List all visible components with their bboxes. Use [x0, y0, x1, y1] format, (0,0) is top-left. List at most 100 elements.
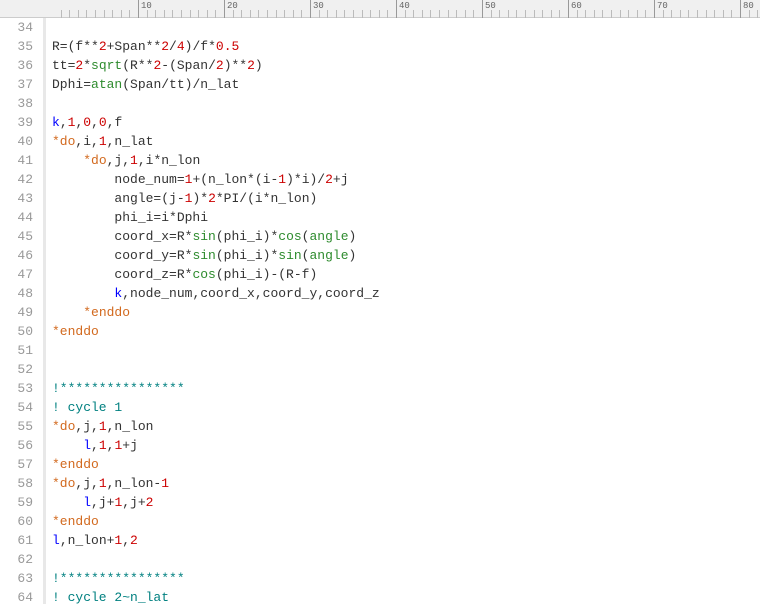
ruler-major-tick: 10 — [138, 0, 139, 18]
ruler-minor-tick — [439, 10, 440, 18]
code-line[interactable]: tt=2*sqrt(R**2-(Span/2)**2) — [52, 56, 380, 75]
code-line[interactable]: l,n_lon+1,2 — [52, 531, 380, 550]
code-token: 2 — [216, 58, 224, 73]
code-token: ,f — [107, 115, 123, 130]
code-line[interactable]: *do,i,1,n_lat — [52, 132, 380, 151]
ruler-minor-tick — [697, 10, 698, 18]
code-line[interactable] — [52, 360, 380, 379]
code-line[interactable]: k,node_num,coord_x,coord_y,coord_z — [52, 284, 380, 303]
code-token: 0 — [99, 115, 107, 130]
code-token: angle — [309, 248, 348, 263]
code-line[interactable]: Dphi=atan(Span/tt)/n_lat — [52, 75, 380, 94]
code-line[interactable] — [52, 341, 380, 360]
ruler-minor-tick — [190, 10, 191, 18]
line-number: 52 — [0, 360, 33, 379]
code-token: ,j, — [107, 153, 130, 168]
ruler-minor-tick — [250, 10, 251, 18]
code-token: )** — [224, 58, 247, 73]
ruler-minor-tick — [241, 10, 242, 18]
code-line[interactable]: l,1,1+j — [52, 436, 380, 455]
code-line[interactable]: coord_y=R*sin(phi_i)*sin(angle) — [52, 246, 380, 265]
ruler-major-tick: 40 — [396, 0, 397, 18]
code-line[interactable] — [52, 94, 380, 113]
ruler-minor-tick — [577, 10, 578, 18]
code-line[interactable]: *do,j,1,i*n_lon — [52, 151, 380, 170]
code-token: *enddo — [52, 324, 99, 339]
line-number: 45 — [0, 227, 33, 246]
ruler-minor-tick — [69, 10, 70, 18]
code-token: )*i)/ — [286, 172, 325, 187]
line-number: 60 — [0, 512, 33, 531]
line-number: 51 — [0, 341, 33, 360]
ruler-major-tick: 60 — [568, 0, 569, 18]
code-editor[interactable]: 3435363738394041424344454647484950515253… — [0, 18, 760, 604]
indent — [52, 172, 114, 187]
code-line[interactable]: *enddo — [52, 322, 380, 341]
code-line[interactable]: angle=(j-1)*2*PI/(i*n_lon) — [52, 189, 380, 208]
code-token: *do — [52, 419, 75, 434]
code-token: atan — [91, 77, 122, 92]
code-line[interactable]: !**************** — [52, 379, 380, 398]
code-line[interactable]: *do,j,1,n_lon — [52, 417, 380, 436]
ruler-minor-tick — [319, 10, 320, 18]
code-line[interactable]: node_num=1+(n_lon*(i-1)*i)/2+j — [52, 170, 380, 189]
ruler-minor-tick — [172, 10, 173, 18]
code-token: sin — [192, 248, 215, 263]
code-line[interactable]: ! cycle 2~n_lat — [52, 588, 380, 604]
code-token: ,n_lat — [107, 134, 154, 149]
code-line[interactable] — [52, 550, 380, 569]
code-line[interactable]: *enddo — [52, 512, 380, 531]
code-line[interactable]: coord_x=R*sin(phi_i)*cos(angle) — [52, 227, 380, 246]
code-line[interactable]: coord_z=R*cos(phi_i)-(R-f) — [52, 265, 380, 284]
code-token: *PI/(i*n_lon) — [216, 191, 317, 206]
line-number: 38 — [0, 94, 33, 113]
column-ruler: 1020304050607080 — [0, 0, 760, 18]
code-line[interactable]: k,1,0,0,f — [52, 113, 380, 132]
ruler-major-tick: 50 — [482, 0, 483, 18]
ruler-major-tick: 80 — [740, 0, 741, 18]
line-number: 57 — [0, 455, 33, 474]
ruler-minor-tick — [181, 10, 182, 18]
ruler-minor-tick — [413, 10, 414, 18]
ruler-minor-tick — [749, 10, 750, 18]
code-line[interactable]: l,j+1,j+2 — [52, 493, 380, 512]
code-area[interactable]: R=(f**2+Span**2/4)/f*0.5tt=2*sqrt(R**2-(… — [46, 18, 380, 604]
line-number: 58 — [0, 474, 33, 493]
code-token: tt= — [52, 58, 75, 73]
code-token: ) — [349, 248, 357, 263]
code-line[interactable]: *enddo — [52, 455, 380, 474]
ruler-minor-tick — [723, 10, 724, 18]
ruler-minor-tick — [387, 10, 388, 18]
code-line[interactable]: phi_i=i*Dphi — [52, 208, 380, 227]
line-number: 54 — [0, 398, 33, 417]
code-line[interactable]: *do,j,1,n_lon-1 — [52, 474, 380, 493]
code-line[interactable]: *enddo — [52, 303, 380, 322]
code-line[interactable]: R=(f**2+Span**2/4)/f*0.5 — [52, 37, 380, 56]
line-number: 36 — [0, 56, 33, 75]
indent — [52, 267, 114, 282]
code-line[interactable] — [52, 18, 380, 37]
code-token: +j — [122, 438, 138, 453]
ruler-minor-tick — [353, 10, 354, 18]
code-token: ) — [255, 58, 263, 73]
ruler-minor-tick — [585, 10, 586, 18]
indent — [52, 305, 83, 320]
ruler-minor-tick — [164, 10, 165, 18]
ruler-minor-tick — [336, 10, 337, 18]
code-token: (R** — [122, 58, 153, 73]
ruler-minor-tick — [456, 10, 457, 18]
line-number: 34 — [0, 18, 33, 37]
code-token: ,i*n_lon — [138, 153, 200, 168]
code-token: R=(f** — [52, 39, 99, 54]
code-line[interactable]: ! cycle 1 — [52, 398, 380, 417]
code-line[interactable]: !**************** — [52, 569, 380, 588]
ruler-minor-tick — [121, 10, 122, 18]
ruler-minor-tick — [276, 10, 277, 18]
code-token: angle=(j- — [114, 191, 184, 206]
line-number: 47 — [0, 265, 33, 284]
code-token: (phi_i)* — [216, 229, 278, 244]
indent — [52, 210, 114, 225]
ruler-minor-tick — [663, 10, 664, 18]
ruler-minor-tick — [327, 10, 328, 18]
ruler-minor-tick — [267, 10, 268, 18]
